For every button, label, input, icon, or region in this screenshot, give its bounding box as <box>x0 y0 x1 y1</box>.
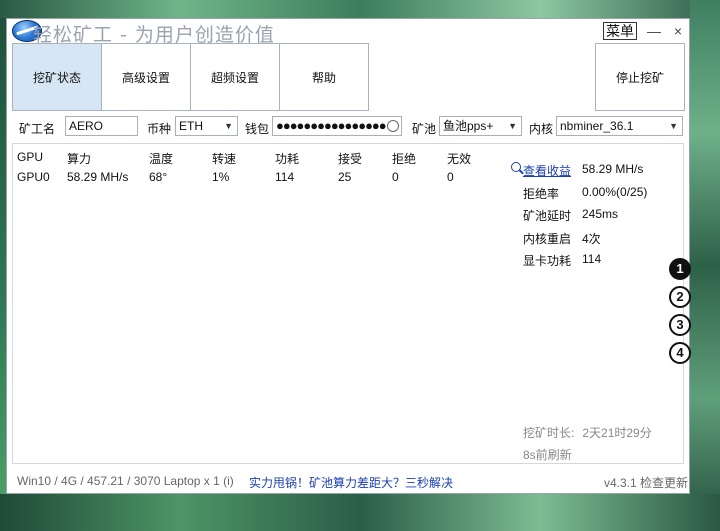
coin-value: ETH <box>179 119 203 133</box>
pool-select[interactable]: 鱼池pps+ ▼ <box>439 116 522 136</box>
stat-gpu-power: 显卡功耗 114 <box>511 252 681 275</box>
header-power: 功耗 <box>275 152 300 166</box>
pool-value: 鱼池pps+ <box>443 119 494 133</box>
app-window: 轻松矿工 - 为用户创造价值 菜单 — × 挖矿状态 高级设置 超频设置 帮助 … <box>6 18 690 494</box>
reject-rate-label: 拒绝率 <box>523 186 560 201</box>
pool-latency-value: 245ms <box>582 207 619 221</box>
mining-status-panel: GPU 算力 温度 转速 功耗 接受 拒绝 无效 GPU0 58.29 MH/s… <box>12 143 684 464</box>
cell-gpu: GPU0 <box>17 170 50 184</box>
chevron-down-icon: ▼ <box>508 121 517 131</box>
desktop-wallpaper-right <box>690 0 720 531</box>
system-info[interactable]: Win10 / 4G / 457.21 / 3070 Laptop x 1 (i… <box>17 474 234 488</box>
menu-button[interactable]: 菜单 <box>603 22 637 40</box>
cell-hashrate: 58.29 MH/s <box>67 170 129 184</box>
promo-link[interactable]: 实力甩锅！矿池算力差距大？三秒解决 <box>249 474 453 491</box>
wallet-label: 钱包 <box>245 122 270 136</box>
kernel-value: nbminer_36.1 <box>560 119 634 133</box>
tab-mining-status[interactable]: 挖矿状态 <box>12 43 102 111</box>
version-check-update[interactable]: v4.3.1 检查更新 <box>604 474 688 491</box>
cell-invalid: 0 <box>447 170 454 184</box>
cell-rejected: 0 <box>392 170 399 184</box>
worker-name-input[interactable]: AERO <box>65 116 138 136</box>
desktop-wallpaper-bottom <box>0 494 720 531</box>
tab-overclock-settings[interactable]: 超频设置 <box>190 43 280 111</box>
coin-select[interactable]: ETH ▼ <box>175 116 238 136</box>
mining-duration-value: 2天21时29分 <box>582 426 652 440</box>
total-hashrate-value: 58.29 MH/s <box>582 162 644 176</box>
title-bar[interactable]: 轻松矿工 - 为用户创造价值 菜单 — × <box>7 19 689 46</box>
chevron-down-icon: ▼ <box>224 121 233 131</box>
header-rejected: 拒绝 <box>392 152 417 166</box>
minimize-button[interactable]: — <box>647 23 661 39</box>
kernel-restart-value: 4次 <box>582 231 601 246</box>
search-icon[interactable] <box>511 162 521 172</box>
step-badge[interactable]: 4 <box>669 342 691 364</box>
header-gpu: GPU <box>17 150 44 164</box>
header-accepted: 接受 <box>338 152 363 166</box>
stat-reject-rate: 拒绝率 0.00%(0/25) <box>511 185 681 208</box>
stop-mining-button[interactable]: 停止挖矿 <box>595 43 685 111</box>
header-hashrate: 算力 <box>67 152 92 166</box>
view-earnings-link[interactable]: 查看收益 <box>523 162 571 179</box>
pool-label: 矿池 <box>412 122 437 136</box>
coin-label: 币种 <box>147 122 172 136</box>
header-fan-speed: 转速 <box>212 152 237 166</box>
worker-name-value: AERO <box>69 119 104 133</box>
step-badge[interactable]: 3 <box>669 314 691 336</box>
desktop-wallpaper-top <box>0 0 720 18</box>
stat-kernel-restarts: 内核重启 4次 <box>511 230 681 253</box>
wallet-input[interactable]: ●●●●●●●●●●●●●●●● <box>272 116 402 136</box>
gpu-power-value: 114 <box>582 252 602 266</box>
step-badge[interactable]: 1 <box>669 258 691 280</box>
main-tabs: 挖矿状态 高级设置 超频设置 帮助 <box>12 43 369 111</box>
table-row: GPU0 58.29 MH/s 68° 1% 114 25 0 0 <box>17 168 487 188</box>
mining-duration-label: 挖矿时长: <box>523 426 575 440</box>
cell-power: 114 <box>275 170 295 184</box>
wallet-masked-value: ●●●●●●●●●●●●●●●● <box>276 118 387 133</box>
refresh-status: 8s前刷新 <box>523 448 572 462</box>
config-row: 矿工名 AERO 币种 ETH ▼ 钱包 ●●●●●●●●●●●●●●●● 矿池… <box>15 116 685 138</box>
kernel-label: 内核 <box>529 122 554 136</box>
stats-panel: 查看收益 58.29 MH/s 拒绝率 0.00%(0/25) 矿池延时 245… <box>511 162 681 275</box>
stat-hashrate: 查看收益 58.29 MH/s <box>511 162 681 185</box>
cell-accepted: 25 <box>338 170 352 184</box>
gpu-power-label: 显卡功耗 <box>523 254 572 268</box>
reveal-password-icon[interactable] <box>387 120 399 132</box>
header-temperature: 温度 <box>149 152 174 166</box>
header-invalid: 无效 <box>447 152 472 166</box>
cell-temperature: 68° <box>149 170 168 184</box>
kernel-restart-label: 内核重启 <box>523 231 572 246</box>
kernel-select[interactable]: nbminer_36.1 ▼ <box>556 116 683 136</box>
chevron-down-icon: ▼ <box>669 121 678 131</box>
window-controls: 菜单 — × <box>603 22 685 40</box>
reject-rate-value: 0.00%(0/25) <box>582 184 648 199</box>
tab-advanced-settings[interactable]: 高级设置 <box>101 43 191 111</box>
pool-latency-label: 矿池延时 <box>523 209 572 223</box>
mining-duration: 挖矿时长: 2天21时29分 <box>523 424 652 441</box>
tab-help[interactable]: 帮助 <box>279 43 369 111</box>
gpu-table: GPU 算力 温度 转速 功耗 接受 拒绝 无效 GPU0 58.29 MH/s… <box>17 148 487 188</box>
status-bar: Win10 / 4G / 457.21 / 3070 Laptop x 1 (i… <box>7 471 689 493</box>
close-button[interactable]: × <box>671 23 685 39</box>
step-badge[interactable]: 2 <box>669 286 691 308</box>
cell-fan-speed: 1% <box>212 170 230 184</box>
stat-pool-latency: 矿池延时 245ms <box>511 207 681 230</box>
gpu-table-header: GPU 算力 温度 转速 功耗 接受 拒绝 无效 <box>17 148 487 168</box>
worker-label: 矿工名 <box>19 122 56 136</box>
